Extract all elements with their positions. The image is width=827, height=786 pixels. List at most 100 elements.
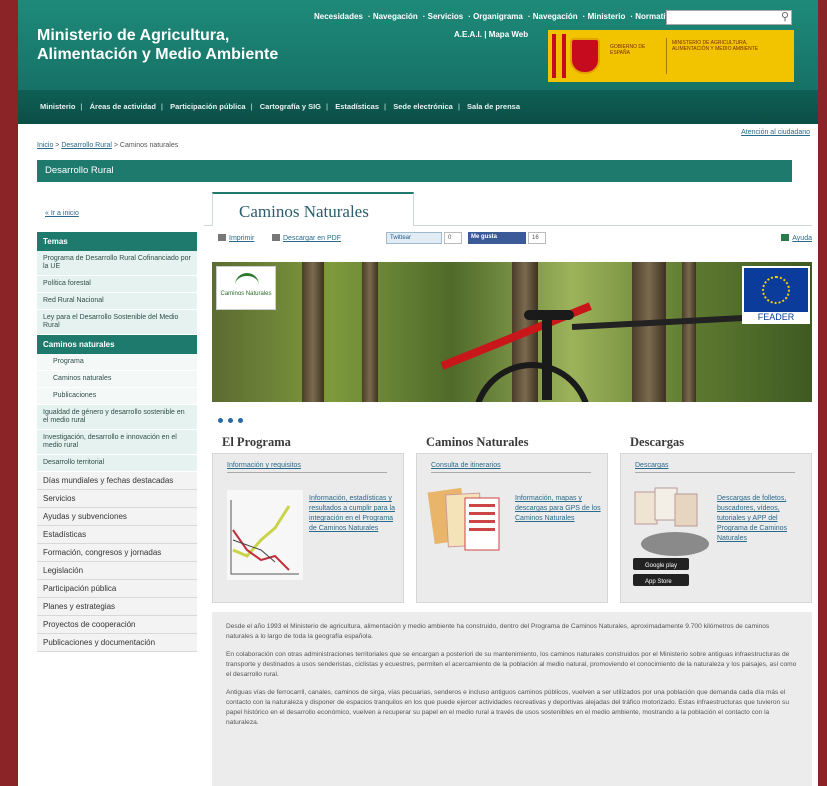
attention-link[interactable]: Atención al ciudadano	[741, 129, 810, 136]
sidebar-item[interactable]: Desarrollo territorial	[37, 455, 197, 472]
bike-handlebar	[571, 314, 762, 330]
carousel-dot[interactable]	[218, 418, 223, 423]
sidebar-link[interactable]: Formación, congresos y jornadas	[37, 544, 197, 562]
sidebar-item[interactable]: Investigación, desarrollo e innovación e…	[37, 430, 197, 455]
downloads-thumbnail-icon: Google play App Store	[633, 487, 709, 586]
sidebar-item[interactable]: Red Rural Nacional	[37, 293, 197, 310]
pdf-link[interactable]: Descargar en PDF	[272, 234, 341, 242]
sidebar-item[interactable]: Ley para el Desarrollo Sostenible del Me…	[37, 310, 197, 335]
column-link[interactable]: Consulta de itinerarios	[431, 462, 591, 473]
sidebar-link[interactable]: Planes y estrategias	[37, 598, 197, 616]
hero-banner[interactable]: Caminos Naturales FEADER	[212, 262, 812, 402]
top-row: Inicio > Desarrollo Rural > Caminos natu…	[18, 124, 818, 160]
logo-text: Caminos Naturales	[220, 291, 272, 297]
sidebar-link[interactable]: Participación pública	[37, 580, 197, 598]
column-link[interactable]: Información y requisitos	[227, 462, 387, 473]
sidebar-subitem[interactable]: Publicaciones	[37, 388, 197, 405]
util-link[interactable]: Organigrama	[473, 12, 523, 21]
brochure-thumbnail-icon	[427, 487, 500, 551]
government-logo[interactable]: GOBIERNO DE ESPAÑA MINISTERIO DE AGRICUL…	[548, 30, 794, 82]
breadcrumb-home[interactable]: Inicio	[37, 142, 53, 149]
nav-item-participacion[interactable]: Participación pública	[170, 102, 245, 111]
column-description[interactable]: Descargas de folletos, buscadores, vídeo…	[717, 494, 809, 544]
site-header: Ministerio de Agricultura, Alimentación …	[18, 0, 818, 90]
nav-item-sede[interactable]: Sede electrónica	[393, 102, 453, 111]
utility-links: Necesidades · Navegación · Servicios · Orga…	[314, 12, 675, 21]
coat-of-arms-icon	[570, 38, 600, 74]
column-description[interactable]: Información, mapas y descargas para GPS …	[515, 494, 607, 524]
sidebar-link[interactable]: Publicaciones y documentación	[37, 634, 197, 652]
util-link[interactable]: Navegación	[373, 12, 418, 21]
feature-columns: El Programa Información y requisitos Inf…	[212, 435, 812, 605]
intro-paragraph: En colaboración con otras administracion…	[226, 651, 797, 678]
nav-item-estadisticas[interactable]: Estadísticas	[335, 102, 379, 111]
facebook-like-button[interactable]: Me gusta	[468, 232, 526, 244]
main-nav: Ministerio | Áreas de actividad | Particip…	[18, 90, 818, 124]
sitemap-links[interactable]: A.E.A.I. | Mapa Web	[454, 30, 528, 39]
nav-item-cartografia[interactable]: Cartografía y SIG	[260, 102, 321, 111]
util-link[interactable]: Necesidades	[314, 12, 363, 21]
tree-trunk	[682, 262, 696, 402]
mountain-icon	[235, 273, 259, 287]
chart-thumbnail-icon	[227, 490, 303, 580]
column-programa: El Programa Información y requisitos Inf…	[212, 435, 404, 605]
sidebar-link[interactable]: Días mundiales y fechas destacadas	[37, 472, 197, 490]
util-link[interactable]: Ministerio	[588, 12, 626, 21]
intro-paragraph: Antiguas vías de ferrocarril, canales, c…	[226, 689, 789, 726]
like-label: Me gusta	[471, 234, 498, 240]
pdf-label: Descargar en PDF	[283, 235, 341, 242]
breadcrumb-section[interactable]: Desarrollo Rural	[61, 142, 112, 149]
tree-trunk	[302, 262, 324, 402]
bike-wheel	[472, 362, 592, 402]
print-label: Imprimir	[229, 235, 255, 242]
nav-item-ministerio[interactable]: Ministerio	[40, 102, 75, 111]
tweet-button[interactable]: Twittear	[386, 232, 442, 244]
ministry-title-line1: Ministerio de Agricultura,	[37, 27, 230, 44]
sidebar-item-caminos-naturales[interactable]: Caminos naturales	[37, 335, 197, 354]
tab-caminos-naturales[interactable]: Caminos Naturales	[212, 192, 414, 226]
sidebar-header-temas: Temas	[37, 232, 197, 251]
column-box: Descargas Google play App Store Descarga…	[620, 453, 812, 603]
carousel-dots	[218, 410, 248, 428]
breadcrumb-current: Caminos naturales	[119, 142, 179, 149]
util-link[interactable]: Navegación	[533, 12, 578, 21]
ministry-title[interactable]: Ministerio de Agricultura, Alimentación …	[37, 26, 278, 64]
tree-trunk	[362, 262, 378, 402]
carousel-dot[interactable]	[228, 418, 233, 423]
help-link[interactable]: Ayuda	[781, 234, 812, 242]
eu-flag-icon	[744, 268, 808, 312]
svg-text:App Store: App Store	[645, 579, 672, 585]
sidebar-link[interactable]: Ayudas y subvenciones	[37, 508, 197, 526]
carousel-dot[interactable]	[238, 418, 243, 423]
section-bar: Desarrollo Rural	[37, 160, 792, 182]
like-count: 16	[528, 232, 546, 244]
pdf-icon	[272, 234, 280, 241]
search-input[interactable]: ⚲	[666, 10, 792, 25]
svg-text:Google play: Google play	[645, 563, 677, 569]
page: Ministerio de Agricultura, Alimentación …	[18, 0, 818, 786]
column-link[interactable]: Descargas	[635, 462, 795, 473]
sidebar-link[interactable]: Proyectos de cooperación	[37, 616, 197, 634]
sidebar-link[interactable]: Estadísticas	[37, 526, 197, 544]
sidebar-link[interactable]: Servicios	[37, 490, 197, 508]
sidebar-item[interactable]: Igualdad de género y desarrollo sostenib…	[37, 405, 197, 430]
nav-item-prensa[interactable]: Sala de prensa	[467, 102, 520, 111]
nav-item-areas[interactable]: Áreas de actividad	[90, 102, 156, 111]
back-link[interactable]: « Ir a inicio	[37, 210, 197, 224]
util-link[interactable]: Servicios	[428, 12, 464, 21]
bike-saddle	[524, 310, 574, 320]
help-label: Ayuda	[792, 235, 812, 242]
column-caminos: Caminos Naturales Consulta de itinerario…	[416, 435, 608, 605]
sidebar-item[interactable]: Política forestal	[37, 276, 197, 293]
sidebar-subitem[interactable]: Caminos naturales	[37, 371, 197, 388]
help-icon	[781, 234, 790, 241]
sidebar-subitem[interactable]: Programa	[37, 354, 197, 371]
search-icon[interactable]: ⚲	[781, 11, 789, 24]
sidebar-link[interactable]: Legislación	[37, 562, 197, 580]
column-description[interactable]: Información, estadísticas y resultados a…	[309, 494, 401, 534]
sidebar-item[interactable]: Programa de Desarrollo Rural Cofinanciad…	[37, 251, 197, 276]
print-link[interactable]: Imprimir	[218, 234, 254, 242]
caminos-naturales-logo: Caminos Naturales	[216, 266, 276, 310]
intro-paragraph: Desde el año 1993 el Ministerio de agric…	[226, 623, 770, 640]
gov-text: GOBIERNO DE ESPAÑA	[610, 44, 646, 56]
